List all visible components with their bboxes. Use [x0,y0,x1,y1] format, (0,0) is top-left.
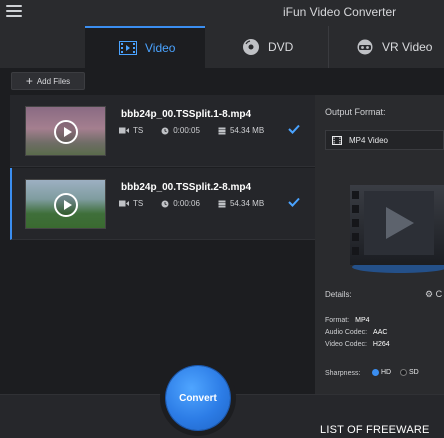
file-item[interactable]: bbb24p_00.TSSplit.2-8.mp4 TS 0:00:06 54.… [10,168,315,240]
radio-unselected-icon [400,369,407,376]
file-name: bbb24p_00.TSSplit.1-8.mp4 [121,109,252,120]
video-codec-label: Video Codec: [325,341,367,348]
hamburger-menu-icon[interactable] [6,5,22,19]
file-duration: 0:00:06 [173,199,200,208]
play-icon[interactable] [54,193,78,217]
film-strip-icon [332,135,342,145]
audio-codec-detail: Audio Codec: AAC [325,329,387,336]
details-label: Details: [325,290,352,299]
clock-icon [161,127,169,135]
film-icon [119,41,137,55]
plus-icon: + [25,74,33,88]
clock-icon [161,200,169,208]
format-detail-label: Format: [325,317,350,324]
settings-link-label: C [435,289,443,299]
gear-icon: ⚙ [425,289,434,299]
tab-video[interactable]: Video [85,26,205,68]
sharpness-hd-radio[interactable]: HD [372,369,391,376]
tab-vr-video[interactable]: VR Video [329,26,444,68]
format-detail: Format: MP4 [325,317,370,324]
video-format-icon [119,200,129,207]
disc-icon [242,38,260,56]
tab-video-label: Video [145,41,176,55]
tab-dvd-label: DVD [268,40,294,54]
tab-dvd[interactable]: DVD [205,26,329,68]
file-meta: TS 0:00:05 54.34 MB [119,126,282,135]
toolbar: + Add Files [0,68,444,94]
storage-icon [218,200,226,208]
output-format-select[interactable]: MP4 Video [325,130,444,150]
video-codec-value: H264 [372,341,390,348]
output-format-label: Output Format: [325,107,386,117]
sharpness-label: Sharpness: [325,370,361,377]
file-size: 54.34 MB [229,199,265,208]
file-format: TS [133,199,144,208]
output-panel: Output Format: MP4 Video Details: ⚙ C Fo… [315,95,444,438]
checkmark-icon[interactable] [288,194,300,212]
tab-vr-video-label: VR Video [382,40,433,54]
file-list: bbb24p_00.TSSplit.1-8.mp4 TS 0:00:05 54.… [0,95,315,438]
app-title: iFun Video Converter [283,5,397,19]
video-thumbnail[interactable] [25,179,106,229]
play-icon[interactable] [54,120,78,144]
add-files-label: Add Files [36,76,71,86]
vr-headset-icon [356,39,374,55]
file-item[interactable]: bbb24p_00.TSSplit.1-8.mp4 TS 0:00:05 54.… [10,95,315,167]
radio-selected-icon [372,369,379,376]
storage-icon [218,127,226,135]
convert-button[interactable]: Convert [166,366,230,430]
sharpness-hd-label: HD [381,369,392,376]
audio-codec-label: Audio Codec: [325,329,368,336]
video-codec-detail: Video Codec: H264 [325,341,390,348]
sharpness-sd-radio[interactable]: SD [400,369,419,376]
settings-link[interactable]: ⚙ C [425,289,442,300]
audio-codec-value: AAC [373,329,388,336]
file-meta: TS 0:00:06 54.34 MB [119,199,282,208]
file-format: TS [133,126,144,135]
video-thumbnail[interactable] [25,106,106,156]
watermark-text: LIST OF FREEWARE [320,424,430,436]
sharpness-sd-label: SD [409,369,419,376]
add-files-button[interactable]: + Add Files [11,72,85,90]
file-size: 54.34 MB [229,126,265,135]
file-duration: 0:00:05 [173,126,200,135]
tab-bar: Video DVD VR Video [0,26,444,68]
video-format-icon [119,127,129,134]
checkmark-icon[interactable] [288,121,300,139]
file-name: bbb24p_00.TSSplit.2-8.mp4 [121,182,252,193]
format-preview-icon [350,185,444,275]
output-format-value: MP4 Video [349,135,388,145]
title-bar: iFun Video Converter [0,0,444,26]
format-detail-value: MP4 [355,317,370,324]
